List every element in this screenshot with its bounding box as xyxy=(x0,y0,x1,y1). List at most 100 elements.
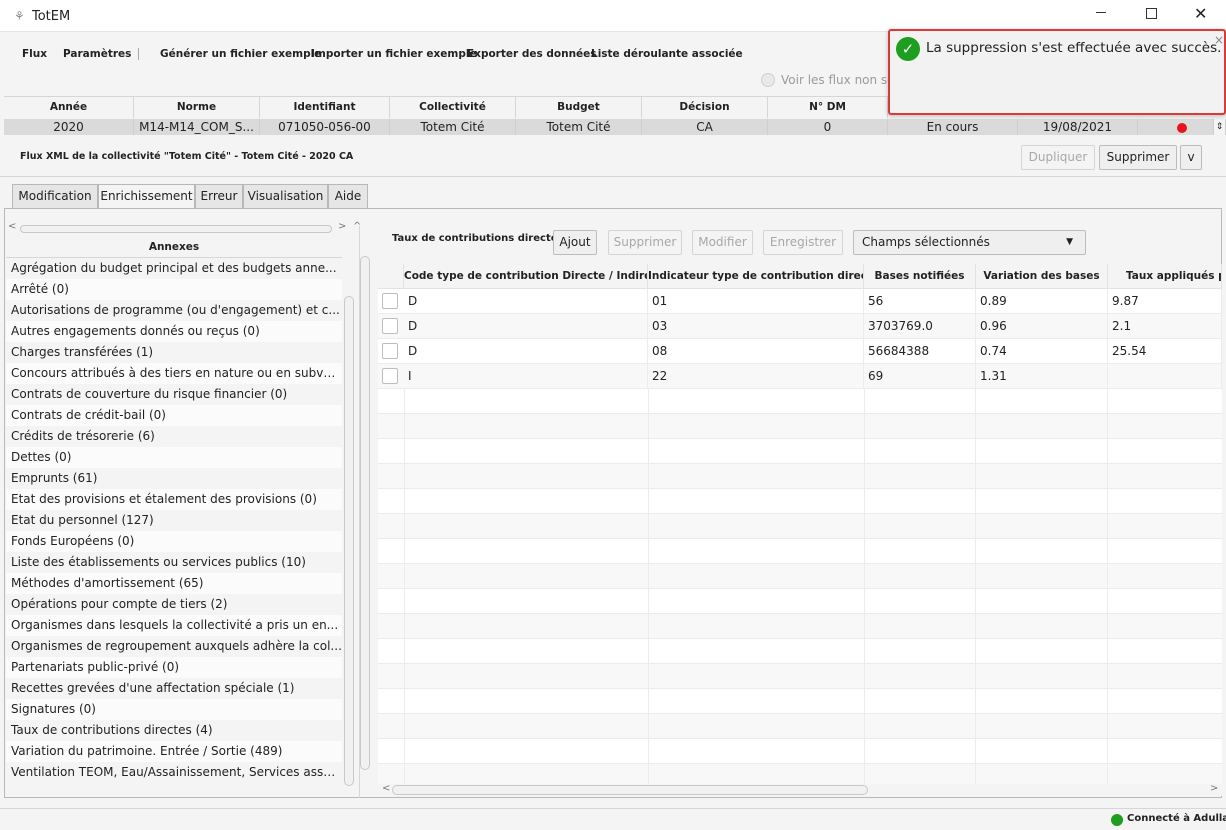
cell-bases[interactable]: 3703769.0 xyxy=(864,314,976,339)
flux-toggle-label[interactable]: Voir les flux non so xyxy=(781,73,895,87)
annex-item[interactable]: Arrêté (0) xyxy=(6,279,342,300)
col-variation[interactable]: Variation des bases xyxy=(976,264,1108,289)
annex-item[interactable]: Dettes (0) xyxy=(6,447,342,468)
flux-toggle-radio[interactable] xyxy=(761,73,775,87)
annex-item[interactable]: Méthodes d'amortissement (65) xyxy=(6,573,342,594)
row-checkbox[interactable] xyxy=(382,293,398,309)
cell-code[interactable]: D xyxy=(404,314,648,339)
flux-col-decision[interactable]: Décision xyxy=(642,97,768,118)
cell-code[interactable]: I xyxy=(404,364,648,389)
annex-item[interactable]: Charges transférées (1) xyxy=(6,342,342,363)
col-code-type[interactable]: Code type de contribution Directe / Indi… xyxy=(404,264,648,289)
cell-indicateur[interactable]: 01 xyxy=(648,289,864,314)
cell-taux[interactable]: 25.54 xyxy=(1108,339,1222,364)
menu-importer[interactable]: Importer un fichier exemple xyxy=(311,48,477,60)
annex-item[interactable]: Ventilation TEOM, Eau/Assainissement, Se… xyxy=(6,762,342,783)
annex-item[interactable]: Liste des établissements ou services pub… xyxy=(6,552,342,573)
detail-hscroll-thumb[interactable] xyxy=(392,785,868,795)
dupliquer-button[interactable]: Dupliquer xyxy=(1021,145,1095,170)
cell-taux[interactable]: 9.87 xyxy=(1108,289,1222,314)
annex-hscroll[interactable]: < > ^ xyxy=(8,221,368,234)
cell-variation[interactable]: 1.31 xyxy=(976,364,1108,389)
annex-hscroll-thumb[interactable] xyxy=(20,225,332,233)
annex-item[interactable]: Partenariats public-privé (0) xyxy=(6,657,342,678)
flux-cell-collectivite[interactable]: Totem Cité xyxy=(390,119,516,135)
annex-header[interactable]: Annexes xyxy=(6,236,342,258)
cell-bases[interactable]: 56 xyxy=(864,289,976,314)
cell-bases[interactable]: 69 xyxy=(864,364,976,389)
flux-cell-status[interactable] xyxy=(1138,119,1214,135)
cell-bases[interactable]: 56684388 xyxy=(864,339,976,364)
cell-indicateur[interactable]: 22 xyxy=(648,364,864,389)
minimize-icon[interactable] xyxy=(1096,12,1106,13)
scroll-right-icon[interactable]: > xyxy=(1210,783,1218,794)
cell-indicateur[interactable]: 08 xyxy=(648,339,864,364)
flux-cell-date[interactable]: 19/08/2021 xyxy=(1018,119,1138,135)
annex-item[interactable]: Fonds Européens (0) xyxy=(6,531,342,552)
annex-item[interactable]: Organismes de regroupement auxquels adhè… xyxy=(6,636,342,657)
flux-cell-decision[interactable]: CA xyxy=(642,119,768,135)
flux-cell-norme[interactable]: M14-M14_COM_S... xyxy=(134,119,260,135)
annex-item[interactable]: Autres engagements donnés ou reçus (0) xyxy=(6,321,342,342)
flux-cell-etat[interactable]: En cours xyxy=(888,119,1018,135)
annex-item[interactable]: Etat du personnel (127) xyxy=(6,510,342,531)
flux-col-collectivite[interactable]: Collectivité xyxy=(390,97,516,118)
cell-indicateur[interactable]: 03 xyxy=(648,314,864,339)
col-indicateur[interactable]: Indicateur type de contribution directe xyxy=(648,264,864,289)
annex-vscroll[interactable] xyxy=(343,262,355,796)
menu-parametres[interactable]: Paramètres xyxy=(63,48,131,60)
annex-item[interactable]: Emprunts (61) xyxy=(6,468,342,489)
cell-code[interactable]: D xyxy=(404,289,648,314)
annex-item[interactable]: Variation du patrimoine. Entrée / Sortie… xyxy=(6,741,342,762)
enregistrer-button[interactable]: Enregistrer xyxy=(763,230,843,255)
row-checkbox[interactable] xyxy=(382,368,398,384)
menu-generer[interactable]: Générer un fichier exemple xyxy=(160,48,321,60)
row-checkbox[interactable] xyxy=(382,343,398,359)
annex-item[interactable]: Taux de contributions directes (4) xyxy=(6,720,342,741)
flux-col-ndm[interactable]: N° DM xyxy=(768,97,888,118)
tab-erreur[interactable]: Erreur xyxy=(195,184,243,208)
detail-hscroll[interactable]: < > xyxy=(378,783,1222,796)
flux-cell-ndm[interactable]: 0 xyxy=(768,119,888,135)
flux-cell-budget[interactable]: Totem Cité xyxy=(516,119,642,135)
annex-item[interactable]: Crédits de trésorerie (6) xyxy=(6,426,342,447)
flux-col-norme[interactable]: Norme xyxy=(134,97,260,118)
row-checkbox[interactable] xyxy=(382,318,398,334)
cell-code[interactable]: D xyxy=(404,339,648,364)
cell-variation[interactable]: 0.96 xyxy=(976,314,1108,339)
flux-col-budget[interactable]: Budget xyxy=(516,97,642,118)
col-bases[interactable]: Bases notifiées xyxy=(864,264,976,289)
annex-item[interactable]: Organismes dans lesquels la collectivité… xyxy=(6,615,342,636)
menu-flux[interactable]: Flux xyxy=(22,48,47,60)
splitter-thumb[interactable] xyxy=(360,256,370,770)
flux-scroll-icon[interactable]: ⇕ xyxy=(1214,119,1226,135)
menu-liste-deroulante[interactable]: Liste déroulante associée xyxy=(591,48,743,60)
supprimer-button[interactable]: Supprimer xyxy=(608,230,682,255)
modifier-button[interactable]: Modifier xyxy=(692,230,753,255)
annex-item[interactable]: Concours attribués à des tiers en nature… xyxy=(6,363,342,384)
tab-visualisation[interactable]: Visualisation xyxy=(243,184,328,208)
toast-close-icon[interactable]: × xyxy=(1214,33,1224,47)
annex-item[interactable]: Etat des provisions et étalement des pro… xyxy=(6,489,342,510)
cell-variation[interactable]: 0.74 xyxy=(976,339,1108,364)
annex-item[interactable]: Recettes grevées d'une affectation spéci… xyxy=(6,678,342,699)
flux-cell-identifiant[interactable]: 071050-056-00 xyxy=(260,119,390,135)
flux-col-identifiant[interactable]: Identifiant xyxy=(260,97,390,118)
splitter[interactable] xyxy=(359,226,371,798)
cell-taux[interactable]: 2.1 xyxy=(1108,314,1222,339)
maximize-icon[interactable] xyxy=(1146,8,1157,19)
flux-cell-annee[interactable]: 2020 xyxy=(4,119,134,135)
table-row[interactable]: D 03 3703769.0 0.96 2.1 xyxy=(378,314,1222,339)
scroll-right-icon[interactable]: > xyxy=(338,221,346,232)
annex-item[interactable]: Contrats de couverture du risque financi… xyxy=(6,384,342,405)
scroll-left-icon[interactable]: < xyxy=(382,783,390,794)
cell-variation[interactable]: 0.89 xyxy=(976,289,1108,314)
menu-exporter[interactable]: Exporter des données xyxy=(467,48,597,60)
scroll-left-icon[interactable]: < xyxy=(8,221,16,232)
annex-item[interactable]: Agrégation du budget principal et des bu… xyxy=(6,258,342,279)
close-window-icon[interactable]: ✕ xyxy=(1194,4,1207,23)
flux-col-annee[interactable]: Année xyxy=(4,97,134,118)
col-taux[interactable]: Taux appliqués p xyxy=(1108,264,1222,289)
tab-modification[interactable]: Modification xyxy=(12,184,98,208)
annex-vscroll-thumb[interactable] xyxy=(344,296,354,786)
